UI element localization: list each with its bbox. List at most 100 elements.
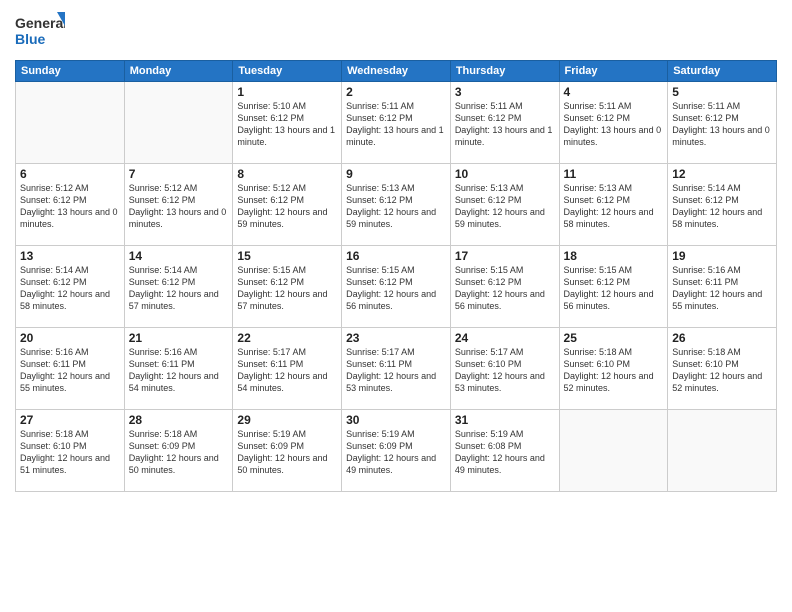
day-number: 1 (237, 85, 337, 99)
day-info: Sunrise: 5:13 AM Sunset: 6:12 PM Dayligh… (564, 182, 664, 231)
day-number: 29 (237, 413, 337, 427)
day-info: Sunrise: 5:12 AM Sunset: 6:12 PM Dayligh… (237, 182, 337, 231)
day-number: 27 (20, 413, 120, 427)
day-info: Sunrise: 5:18 AM Sunset: 6:10 PM Dayligh… (564, 346, 664, 395)
svg-text:Blue: Blue (15, 31, 46, 47)
calendar-cell: 29Sunrise: 5:19 AM Sunset: 6:09 PM Dayli… (233, 410, 342, 492)
day-number: 25 (564, 331, 664, 345)
day-number: 7 (129, 167, 229, 181)
day-number: 14 (129, 249, 229, 263)
day-info: Sunrise: 5:16 AM Sunset: 6:11 PM Dayligh… (129, 346, 229, 395)
svg-text:General: General (15, 15, 65, 31)
calendar-header-tuesday: Tuesday (233, 61, 342, 82)
calendar-cell: 19Sunrise: 5:16 AM Sunset: 6:11 PM Dayli… (668, 246, 777, 328)
calendar-cell: 30Sunrise: 5:19 AM Sunset: 6:09 PM Dayli… (342, 410, 451, 492)
day-number: 10 (455, 167, 555, 181)
calendar-cell: 24Sunrise: 5:17 AM Sunset: 6:10 PM Dayli… (450, 328, 559, 410)
calendar-cell: 3Sunrise: 5:11 AM Sunset: 6:12 PM Daylig… (450, 82, 559, 164)
day-number: 19 (672, 249, 772, 263)
day-info: Sunrise: 5:19 AM Sunset: 6:09 PM Dayligh… (237, 428, 337, 477)
calendar-cell: 11Sunrise: 5:13 AM Sunset: 6:12 PM Dayli… (559, 164, 668, 246)
calendar-cell (559, 410, 668, 492)
day-number: 15 (237, 249, 337, 263)
day-number: 17 (455, 249, 555, 263)
day-number: 13 (20, 249, 120, 263)
day-info: Sunrise: 5:13 AM Sunset: 6:12 PM Dayligh… (455, 182, 555, 231)
day-info: Sunrise: 5:13 AM Sunset: 6:12 PM Dayligh… (346, 182, 446, 231)
day-number: 16 (346, 249, 446, 263)
calendar-cell (16, 82, 125, 164)
day-number: 11 (564, 167, 664, 181)
calendar-cell: 8Sunrise: 5:12 AM Sunset: 6:12 PM Daylig… (233, 164, 342, 246)
day-number: 5 (672, 85, 772, 99)
calendar-cell: 1Sunrise: 5:10 AM Sunset: 6:12 PM Daylig… (233, 82, 342, 164)
day-info: Sunrise: 5:12 AM Sunset: 6:12 PM Dayligh… (20, 182, 120, 231)
day-number: 23 (346, 331, 446, 345)
day-info: Sunrise: 5:15 AM Sunset: 6:12 PM Dayligh… (346, 264, 446, 313)
calendar-week-5: 27Sunrise: 5:18 AM Sunset: 6:10 PM Dayli… (16, 410, 777, 492)
calendar-cell: 22Sunrise: 5:17 AM Sunset: 6:11 PM Dayli… (233, 328, 342, 410)
day-number: 18 (564, 249, 664, 263)
calendar-week-3: 13Sunrise: 5:14 AM Sunset: 6:12 PM Dayli… (16, 246, 777, 328)
logo: General Blue (15, 10, 65, 52)
day-info: Sunrise: 5:16 AM Sunset: 6:11 PM Dayligh… (20, 346, 120, 395)
calendar-cell: 26Sunrise: 5:18 AM Sunset: 6:10 PM Dayli… (668, 328, 777, 410)
calendar-cell: 31Sunrise: 5:19 AM Sunset: 6:08 PM Dayli… (450, 410, 559, 492)
day-info: Sunrise: 5:18 AM Sunset: 6:10 PM Dayligh… (672, 346, 772, 395)
day-number: 9 (346, 167, 446, 181)
calendar-cell: 25Sunrise: 5:18 AM Sunset: 6:10 PM Dayli… (559, 328, 668, 410)
day-info: Sunrise: 5:11 AM Sunset: 6:12 PM Dayligh… (346, 100, 446, 149)
calendar-cell: 28Sunrise: 5:18 AM Sunset: 6:09 PM Dayli… (124, 410, 233, 492)
day-number: 21 (129, 331, 229, 345)
calendar-cell: 15Sunrise: 5:15 AM Sunset: 6:12 PM Dayli… (233, 246, 342, 328)
day-number: 24 (455, 331, 555, 345)
calendar-cell: 21Sunrise: 5:16 AM Sunset: 6:11 PM Dayli… (124, 328, 233, 410)
calendar-cell: 18Sunrise: 5:15 AM Sunset: 6:12 PM Dayli… (559, 246, 668, 328)
calendar-header-thursday: Thursday (450, 61, 559, 82)
calendar-header-row: SundayMondayTuesdayWednesdayThursdayFrid… (16, 61, 777, 82)
day-info: Sunrise: 5:11 AM Sunset: 6:12 PM Dayligh… (455, 100, 555, 149)
calendar-table: SundayMondayTuesdayWednesdayThursdayFrid… (15, 60, 777, 492)
calendar-cell: 9Sunrise: 5:13 AM Sunset: 6:12 PM Daylig… (342, 164, 451, 246)
day-info: Sunrise: 5:15 AM Sunset: 6:12 PM Dayligh… (564, 264, 664, 313)
day-number: 2 (346, 85, 446, 99)
day-info: Sunrise: 5:11 AM Sunset: 6:12 PM Dayligh… (564, 100, 664, 149)
page-header: General Blue (15, 10, 777, 52)
calendar-week-2: 6Sunrise: 5:12 AM Sunset: 6:12 PM Daylig… (16, 164, 777, 246)
calendar-cell: 20Sunrise: 5:16 AM Sunset: 6:11 PM Dayli… (16, 328, 125, 410)
calendar-cell: 27Sunrise: 5:18 AM Sunset: 6:10 PM Dayli… (16, 410, 125, 492)
day-number: 4 (564, 85, 664, 99)
day-number: 31 (455, 413, 555, 427)
calendar-cell: 17Sunrise: 5:15 AM Sunset: 6:12 PM Dayli… (450, 246, 559, 328)
day-number: 20 (20, 331, 120, 345)
calendar-cell: 2Sunrise: 5:11 AM Sunset: 6:12 PM Daylig… (342, 82, 451, 164)
calendar-cell (124, 82, 233, 164)
day-info: Sunrise: 5:14 AM Sunset: 6:12 PM Dayligh… (672, 182, 772, 231)
day-info: Sunrise: 5:15 AM Sunset: 6:12 PM Dayligh… (455, 264, 555, 313)
day-info: Sunrise: 5:14 AM Sunset: 6:12 PM Dayligh… (20, 264, 120, 313)
calendar-week-1: 1Sunrise: 5:10 AM Sunset: 6:12 PM Daylig… (16, 82, 777, 164)
day-info: Sunrise: 5:17 AM Sunset: 6:11 PM Dayligh… (237, 346, 337, 395)
day-info: Sunrise: 5:17 AM Sunset: 6:11 PM Dayligh… (346, 346, 446, 395)
day-number: 3 (455, 85, 555, 99)
calendar-header-monday: Monday (124, 61, 233, 82)
day-info: Sunrise: 5:10 AM Sunset: 6:12 PM Dayligh… (237, 100, 337, 149)
logo-svg: General Blue (15, 10, 65, 52)
day-info: Sunrise: 5:19 AM Sunset: 6:08 PM Dayligh… (455, 428, 555, 477)
calendar-cell: 23Sunrise: 5:17 AM Sunset: 6:11 PM Dayli… (342, 328, 451, 410)
calendar-cell: 10Sunrise: 5:13 AM Sunset: 6:12 PM Dayli… (450, 164, 559, 246)
day-number: 12 (672, 167, 772, 181)
calendar-header-wednesday: Wednesday (342, 61, 451, 82)
day-number: 30 (346, 413, 446, 427)
calendar-cell: 12Sunrise: 5:14 AM Sunset: 6:12 PM Dayli… (668, 164, 777, 246)
day-number: 28 (129, 413, 229, 427)
calendar-cell: 13Sunrise: 5:14 AM Sunset: 6:12 PM Dayli… (16, 246, 125, 328)
calendar-cell: 14Sunrise: 5:14 AM Sunset: 6:12 PM Dayli… (124, 246, 233, 328)
calendar-cell: 4Sunrise: 5:11 AM Sunset: 6:12 PM Daylig… (559, 82, 668, 164)
day-number: 8 (237, 167, 337, 181)
calendar-cell: 16Sunrise: 5:15 AM Sunset: 6:12 PM Dayli… (342, 246, 451, 328)
calendar-cell: 7Sunrise: 5:12 AM Sunset: 6:12 PM Daylig… (124, 164, 233, 246)
calendar-cell: 6Sunrise: 5:12 AM Sunset: 6:12 PM Daylig… (16, 164, 125, 246)
calendar-header-sunday: Sunday (16, 61, 125, 82)
calendar-week-4: 20Sunrise: 5:16 AM Sunset: 6:11 PM Dayli… (16, 328, 777, 410)
